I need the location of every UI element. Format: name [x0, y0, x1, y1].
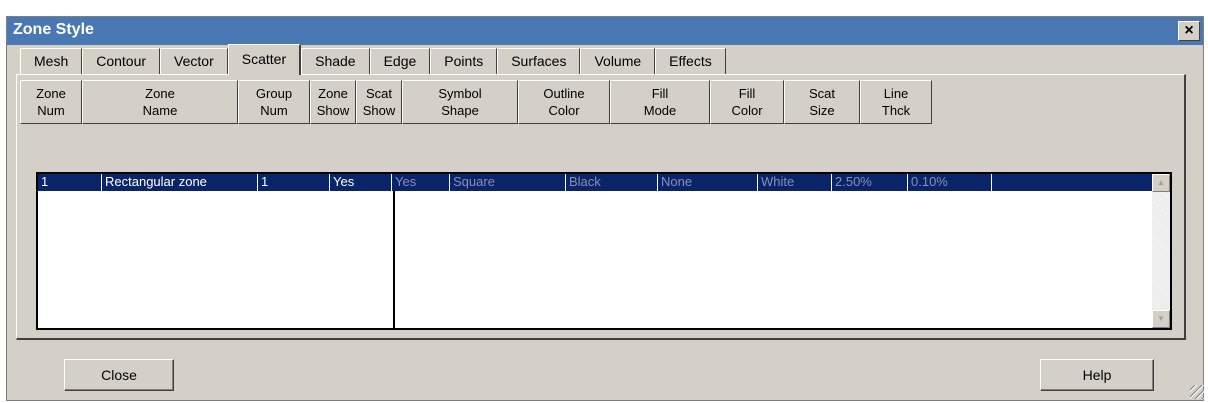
- cell-scat-show[interactable]: Yes: [392, 174, 450, 191]
- column-header-symbol-shape[interactable]: Symbol Shape: [402, 80, 518, 124]
- window-title: Zone Style: [13, 21, 94, 38]
- frozen-column-divider: [393, 191, 395, 328]
- tab-scatter[interactable]: Scatter: [227, 44, 302, 75]
- tab-edge[interactable]: Edge: [369, 48, 431, 74]
- resize-grip-icon[interactable]: [1190, 385, 1204, 399]
- close-window-button[interactable]: ×: [1178, 21, 1200, 41]
- zone-grid[interactable]: 1 Rectangular zone 1 Yes Yes Square Blac…: [36, 172, 1172, 330]
- help-button[interactable]: Help: [1040, 359, 1154, 391]
- vertical-scrollbar[interactable]: ▲ ▼: [1152, 174, 1170, 328]
- title-bar[interactable]: Zone Style ×: [7, 17, 1203, 45]
- tab-contour[interactable]: Contour: [82, 48, 161, 74]
- table-row[interactable]: 1 Rectangular zone 1 Yes Yes Square Blac…: [38, 174, 1152, 191]
- column-header-zone-num[interactable]: Zone Num: [20, 80, 82, 124]
- column-header-scat-show[interactable]: Scat Show: [356, 80, 402, 124]
- close-button[interactable]: Close: [64, 359, 174, 391]
- tab-strip: Mesh Contour Vector Scatter Shade Edge P…: [20, 44, 726, 75]
- cell-outline-color[interactable]: Black: [566, 174, 658, 191]
- cell-group-num[interactable]: 1: [258, 174, 330, 191]
- cell-symbol-shape[interactable]: Square: [450, 174, 566, 191]
- scroll-down-arrow-icon[interactable]: ▼: [1152, 310, 1170, 328]
- cell-fill-mode[interactable]: None: [658, 174, 758, 191]
- column-header-fill-mode[interactable]: Fill Mode: [610, 80, 710, 124]
- column-header-zone-name[interactable]: Zone Name: [82, 80, 238, 124]
- cell-zone-show[interactable]: Yes: [330, 174, 392, 191]
- tab-mesh[interactable]: Mesh: [20, 48, 83, 74]
- tab-volume[interactable]: Volume: [580, 48, 656, 74]
- cell-line-thck[interactable]: 0.10%: [908, 174, 992, 191]
- scroll-up-arrow-icon[interactable]: ▲: [1152, 174, 1170, 192]
- column-header-line-thck[interactable]: Line Thck: [860, 80, 932, 124]
- column-header-group-num[interactable]: Group Num: [238, 80, 310, 124]
- cell-zone-name[interactable]: Rectangular zone: [102, 174, 258, 191]
- tab-surfaces[interactable]: Surfaces: [497, 48, 581, 74]
- cell-fill-color[interactable]: White: [758, 174, 832, 191]
- tab-shade[interactable]: Shade: [301, 48, 370, 74]
- column-header-outline-color[interactable]: Outline Color: [518, 80, 610, 124]
- column-header-row: Zone Num Zone Name Group Num Zone Show S…: [20, 80, 932, 124]
- tab-vector[interactable]: Vector: [160, 48, 228, 74]
- tab-effects[interactable]: Effects: [655, 48, 726, 74]
- tab-points[interactable]: Points: [430, 48, 498, 74]
- cell-zone-num[interactable]: 1: [38, 174, 102, 191]
- cell-scat-size[interactable]: 2.50%: [832, 174, 908, 191]
- column-header-scat-size[interactable]: Scat Size: [784, 80, 860, 124]
- column-header-fill-color[interactable]: Fill Color: [710, 80, 784, 124]
- column-header-zone-show[interactable]: Zone Show: [310, 80, 356, 124]
